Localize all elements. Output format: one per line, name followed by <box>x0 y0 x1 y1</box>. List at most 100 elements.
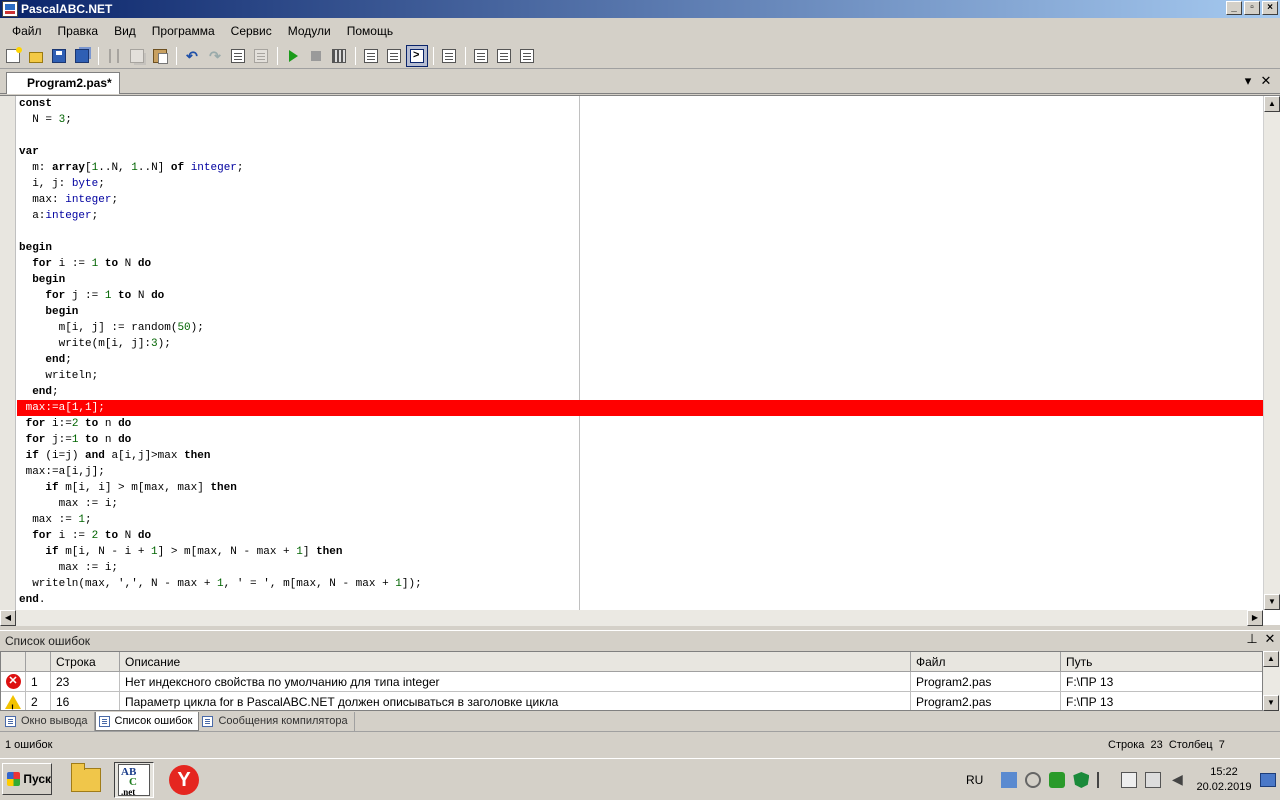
scroll-down-icon[interactable]: ▼ <box>1264 594 1280 610</box>
scroll-up-icon[interactable]: ▲ <box>1263 651 1279 667</box>
redo-button[interactable]: ↷ <box>204 45 226 67</box>
start-button[interactable]: Пуск <box>2 763 52 795</box>
code-line[interactable]: for j:=1 to n do <box>19 432 1263 448</box>
tab-output-window[interactable]: Окно вывода <box>2 712 95 731</box>
col-header-number[interactable] <box>26 652 51 672</box>
form-button-3[interactable] <box>516 45 538 67</box>
display-icon[interactable] <box>1145 772 1162 788</box>
scroll-left-icon[interactable]: ◀ <box>0 610 16 626</box>
minimize-button[interactable]: _ <box>1226 1 1242 15</box>
scroll-right-icon[interactable]: ▶ <box>1247 610 1263 626</box>
code-line[interactable] <box>19 224 1263 240</box>
language-indicator[interactable]: RU <box>966 773 983 787</box>
code-editor[interactable]: const N = 3; var m: array[1..N, 1..N] of… <box>0 95 1280 626</box>
step-over-button[interactable] <box>383 45 405 67</box>
taskbar-yandex-browser[interactable]: Y <box>164 762 204 798</box>
code-line[interactable]: const <box>19 96 1263 112</box>
paste-button[interactable] <box>149 45 171 67</box>
table-row[interactable]: ✕ 1 23 Нет индексного свойства по умолча… <box>1 672 1262 692</box>
code-line[interactable]: end; <box>19 384 1263 400</box>
col-header-description[interactable]: Описание <box>120 652 911 672</box>
table-row[interactable]: ! 2 16 Параметр цикла for в PascalABC.NE… <box>1 692 1262 710</box>
scroll-up-icon[interactable]: ▲ <box>1264 96 1280 112</box>
code-line[interactable]: if (i=j) and a[i,j]>max then <box>19 448 1263 464</box>
maximize-button[interactable]: ▫ <box>1244 1 1260 15</box>
code-line[interactable]: m: array[1..N, 1..N] of integer; <box>19 160 1263 176</box>
antivirus-icon[interactable] <box>1073 772 1090 788</box>
code-line[interactable]: end; <box>19 352 1263 368</box>
clock[interactable]: 15:22 20.02.2019 <box>1196 765 1252 795</box>
app-icon[interactable] <box>2 1 18 17</box>
code-line[interactable]: for i := 2 to N do <box>19 528 1263 544</box>
find-button[interactable] <box>227 45 249 67</box>
replace-button[interactable] <box>250 45 272 67</box>
output-window-toggle[interactable] <box>406 44 428 67</box>
code-line[interactable]: begin <box>19 240 1263 256</box>
menu-help[interactable]: Помощь <box>339 20 401 42</box>
save-all-button[interactable] <box>71 45 93 67</box>
code-line[interactable]: end. <box>19 592 1263 608</box>
code-line[interactable]: if m[i, i] > m[max, max] then <box>19 480 1263 496</box>
stop-button[interactable] <box>305 45 327 67</box>
new-file-button[interactable] <box>2 45 24 67</box>
shield-icon[interactable] <box>1049 772 1066 788</box>
step-into-button[interactable] <box>360 45 382 67</box>
form-button-1[interactable] <box>470 45 492 67</box>
close-panel-icon[interactable]: ✕ <box>1262 631 1278 647</box>
code-line[interactable]: write(m[i, j]:3); <box>19 336 1263 352</box>
code-line[interactable] <box>19 128 1263 144</box>
document-button[interactable] <box>438 45 460 67</box>
taskbar-explorer[interactable] <box>66 762 106 798</box>
code-line[interactable]: max: integer; <box>19 192 1263 208</box>
network-icon[interactable] <box>1001 772 1018 788</box>
code-line[interactable]: for i := 1 to N do <box>19 256 1263 272</box>
code-line[interactable]: for i:=2 to n do <box>19 416 1263 432</box>
open-button[interactable] <box>25 45 47 67</box>
col-header-path[interactable]: Путь <box>1061 652 1262 672</box>
code-line[interactable]: max := i; <box>19 560 1263 576</box>
volume-icon[interactable]: ◀ <box>1169 772 1185 788</box>
code-line[interactable]: begin <box>19 304 1263 320</box>
close-tab-icon[interactable]: ✕ <box>1258 73 1274 89</box>
menu-view[interactable]: Вид <box>106 20 144 42</box>
code-line[interactable]: var <box>19 144 1263 160</box>
col-header-file[interactable]: Файл <box>911 652 1061 672</box>
code-line[interactable]: begin <box>19 272 1263 288</box>
menu-program[interactable]: Программа <box>144 20 223 42</box>
tab-program2[interactable]: Program2.pas* <box>6 72 120 94</box>
code-line[interactable]: if m[i, N - i + 1] > m[max, N - max + 1]… <box>19 544 1263 560</box>
code-line[interactable]: max:=a[i,j]; <box>19 464 1263 480</box>
tab-error-list[interactable]: Список ошибок <box>94 712 200 731</box>
code-line[interactable]: a:integer; <box>19 208 1263 224</box>
error-highlighted-line[interactable]: max:=a[1,1]; <box>17 400 1263 416</box>
menu-edit[interactable]: Правка <box>50 20 107 42</box>
code-line[interactable]: for j := 1 to N do <box>19 288 1263 304</box>
undo-button[interactable]: ↶ <box>181 45 203 67</box>
copy-button[interactable] <box>126 45 148 67</box>
code-line[interactable]: max := i; <box>19 496 1263 512</box>
taskbar-pascalabc[interactable]: AB C .net <box>114 762 154 798</box>
flag-icon[interactable] <box>1097 772 1113 788</box>
tab-list-chevron-icon[interactable]: ▾ <box>1240 73 1256 89</box>
code-line[interactable]: writeln(max, ',', N - max + 1, ' = ', m[… <box>19 576 1263 592</box>
code-line[interactable]: max := 1; <box>19 512 1263 528</box>
col-header-icon[interactable] <box>1 652 26 672</box>
col-header-line[interactable]: Строка <box>51 652 120 672</box>
editor-vertical-scrollbar[interactable]: ▲ ▼ <box>1263 96 1280 610</box>
code-area[interactable]: const N = 3; var m: array[1..N, 1..N] of… <box>17 96 1263 608</box>
errors-table-scrollbar[interactable]: ▲ ▼ <box>1263 651 1280 711</box>
editor-horizontal-scrollbar[interactable]: ◀ ▶ <box>0 610 1263 626</box>
scroll-down-icon[interactable]: ▼ <box>1263 695 1279 711</box>
run-button[interactable] <box>282 45 304 67</box>
show-desktop-icon[interactable] <box>1260 773 1276 787</box>
menu-modules[interactable]: Модули <box>280 20 339 42</box>
menu-file[interactable]: Файл <box>4 20 50 42</box>
cut-button[interactable] <box>103 45 125 67</box>
form-button-2[interactable] <box>493 45 515 67</box>
tab-compiler-messages[interactable]: Сообщения компилятора <box>199 712 355 731</box>
usb-icon[interactable] <box>1121 772 1138 788</box>
save-button[interactable] <box>48 45 70 67</box>
code-line[interactable]: N = 3; <box>19 112 1263 128</box>
security-icon[interactable] <box>1025 772 1042 788</box>
compile-button[interactable] <box>328 45 350 67</box>
